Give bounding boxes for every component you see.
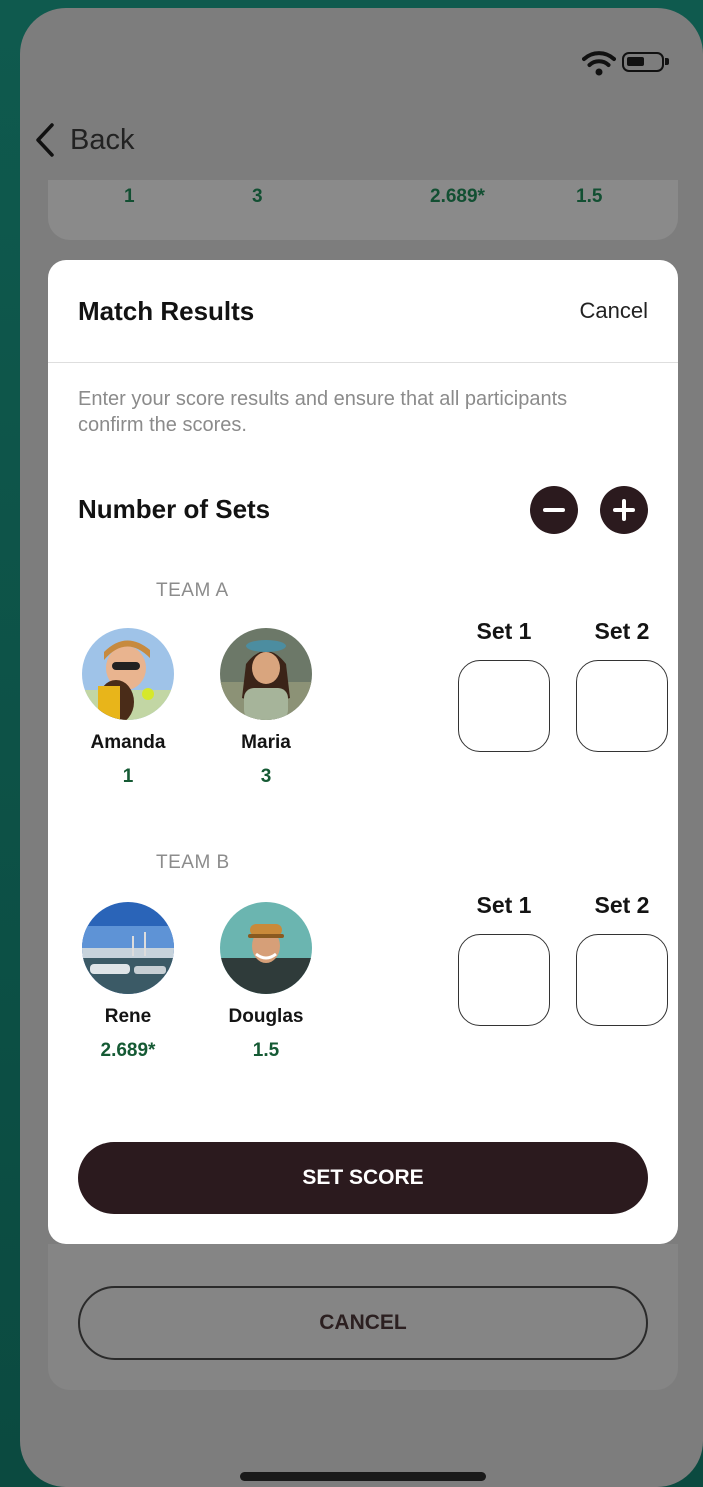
increase-sets-button[interactable] [600, 486, 648, 534]
modal-title: Match Results [78, 296, 255, 326]
number-of-sets-label: Number of Sets [78, 494, 271, 524]
team-b-set-2-score-input[interactable] [576, 934, 668, 1026]
player-rating: 1.5 [252, 1040, 280, 1061]
back-label: Back [70, 123, 135, 156]
modal-cancel-button[interactable]: Cancel [580, 298, 648, 324]
set-2-label: Set 2 [594, 618, 650, 644]
set-1-label: Set 1 [476, 618, 532, 644]
minus-icon [543, 508, 565, 512]
team-a-label: TEAM A [156, 580, 229, 601]
set-score-button[interactable]: SET SCORE [78, 1142, 648, 1214]
status-bar [20, 8, 703, 118]
avatar-amanda [82, 628, 174, 720]
modal-description: Enter your score results and ensure that… [78, 388, 568, 436]
decrease-sets-button[interactable] [530, 486, 578, 534]
player-name: Amanda [90, 732, 166, 753]
avatar-maria [220, 628, 312, 720]
team-a-set-1-score-input[interactable] [458, 660, 550, 752]
player-name: Maria [241, 732, 291, 753]
player-rating: 3 [260, 766, 272, 787]
background-rating: 1.5 [576, 186, 603, 207]
back-button[interactable]: Back [34, 120, 134, 160]
background-rating: 2.689* [430, 186, 485, 207]
wifi-icon [582, 51, 616, 76]
background-rating: 1 [124, 186, 135, 207]
player-name: Rene [104, 1006, 152, 1027]
player-rating: 2.689* [100, 1040, 156, 1061]
battery-icon [622, 52, 669, 72]
team-a-set-2-score-input[interactable] [576, 660, 668, 752]
phone-screen: Back 1 3 2.689* 1.5 CANCEL Match Results… [20, 8, 703, 1487]
back-chevron-icon [36, 123, 54, 157]
team-b-set-1-score-input[interactable] [458, 934, 550, 1026]
set-1-label: Set 1 [476, 892, 532, 918]
avatar-douglas [220, 902, 312, 994]
background-rating: 3 [252, 186, 263, 207]
team-b-label: TEAM B [156, 852, 230, 873]
modal-header: Match Results Cancel [48, 260, 678, 363]
player-rating: 1 [122, 766, 134, 787]
home-indicator[interactable] [240, 1472, 486, 1481]
player-name: Douglas [228, 1006, 304, 1027]
avatar-rene [82, 902, 174, 994]
cancel-button[interactable]: CANCEL [78, 1286, 648, 1360]
set-2-label: Set 2 [594, 892, 650, 918]
match-results-modal: Match Results Cancel Enter your score re… [48, 260, 678, 1244]
